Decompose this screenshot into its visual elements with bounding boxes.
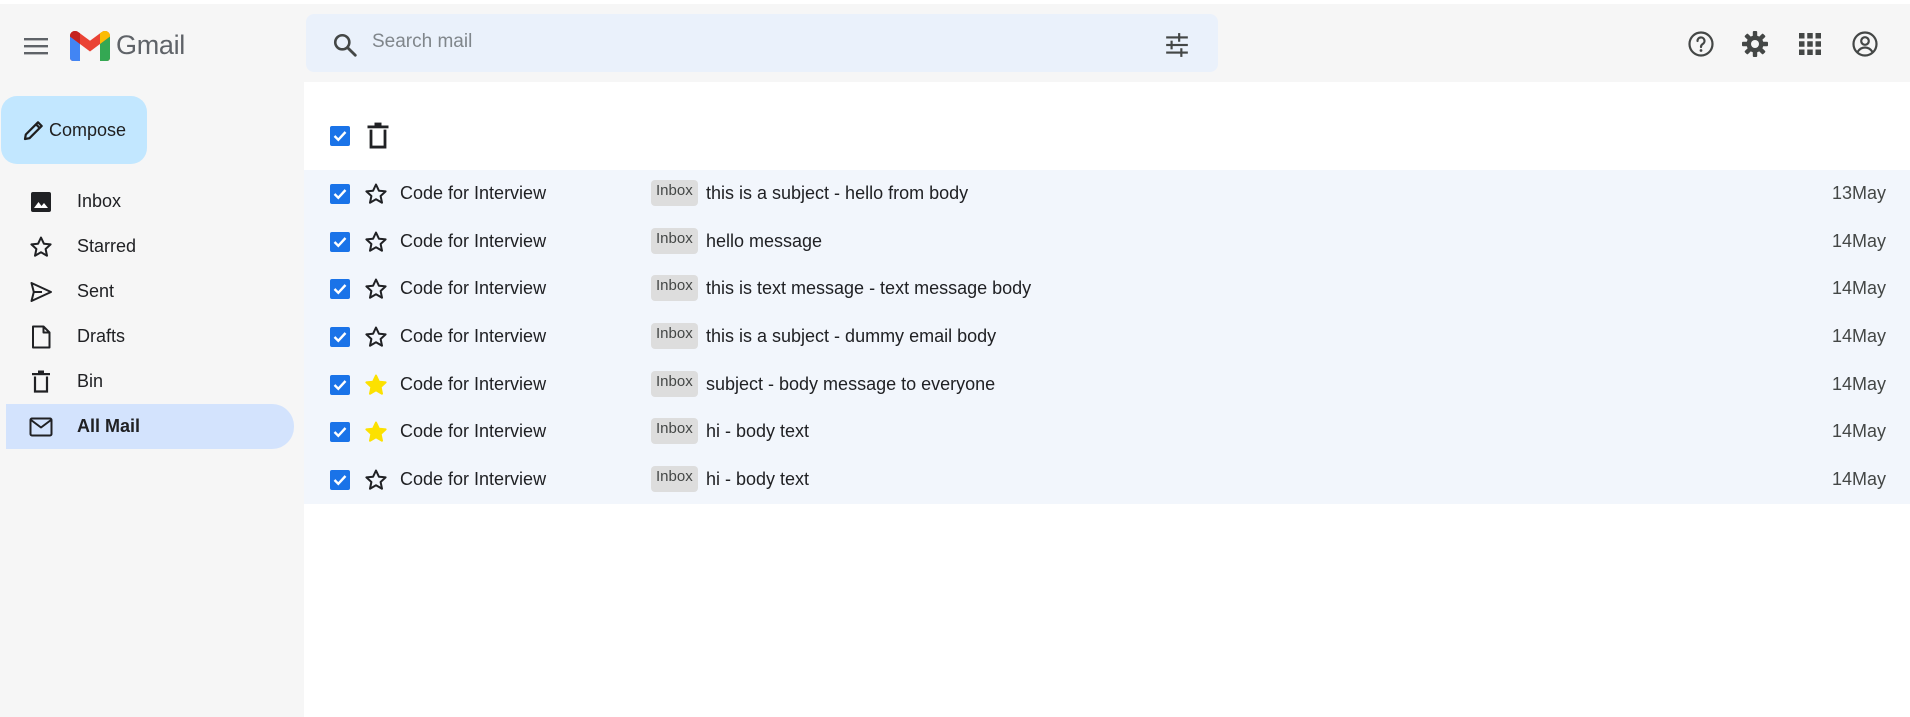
send-icon	[27, 278, 55, 306]
email-subject: this is a subject - hello from body	[706, 183, 969, 203]
search-input[interactable]	[372, 25, 1132, 59]
logo-text: Gmail	[116, 30, 186, 60]
apps-grid-icon[interactable]	[1795, 29, 1825, 59]
delete-icon[interactable]	[365, 122, 391, 150]
draft-icon	[27, 323, 55, 351]
gmail-window: Gmail Search mail Compose Inbox Starred …	[0, 4, 1910, 717]
star-icon	[27, 233, 55, 261]
search-bar[interactable]	[306, 14, 1218, 72]
email-sender: Code for Interview	[400, 183, 547, 203]
row-checkbox[interactable]	[330, 422, 350, 443]
row-checkbox[interactable]	[330, 231, 350, 252]
email-subject: this is a subject - dummy email body	[706, 326, 997, 347]
email-label-badge: Inbox	[651, 180, 698, 206]
star-icon[interactable]	[364, 230, 388, 254]
trash-icon	[27, 368, 55, 396]
help-icon[interactable]	[1686, 29, 1716, 59]
email-subject: hello message	[706, 230, 823, 251]
email-row[interactable]: Code for Interview Inbox hello message 14Ma…	[304, 218, 1910, 266]
email-sender: Code for Interview	[400, 421, 547, 442]
email-label-badge: Inbox	[651, 418, 698, 445]
email-row[interactable]: Code for Interview Inbox hi - body text 14M…	[304, 456, 1910, 504]
image-icon	[27, 188, 55, 216]
email-row[interactable]: Code for Interview Inbox hi - body text 14M…	[304, 408, 1910, 456]
star-filled-icon[interactable]	[364, 373, 388, 397]
star-icon[interactable]	[364, 468, 388, 492]
sidebar-item-all-mail[interactable]: All Mail	[6, 404, 294, 449]
email-date: 14May	[1831, 326, 1886, 347]
email-sender: Code for Interview	[400, 373, 547, 394]
email-subject: hi - body text	[706, 421, 810, 442]
email-date: 14May	[1831, 230, 1886, 251]
row-checkbox[interactable]	[330, 279, 350, 300]
email-subject: this is text message - text message body	[706, 278, 1032, 299]
gmail-m-icon	[70, 30, 110, 61]
row-checkbox[interactable]	[330, 184, 350, 204]
email-label-badge: Inbox	[651, 370, 698, 397]
sidebar-item-label: Inbox	[77, 191, 122, 211]
sidebar-item-label: Bin	[77, 371, 104, 391]
app-root: Gmail Search mail Compose Inbox Starred …	[0, 0, 1910, 717]
row-checkbox[interactable]	[330, 374, 350, 395]
email-row[interactable]: Code for Interview Inbox subject - body me…	[304, 361, 1910, 409]
tune-icon[interactable]	[1164, 32, 1190, 58]
menu-icon[interactable]	[20, 33, 52, 59]
email-sender: Code for Interview	[400, 278, 547, 299]
email-subject: subject - body message to everyone	[706, 373, 996, 394]
email-sender: Code for Interview	[400, 469, 547, 490]
pencil-icon	[23, 121, 43, 141]
email-label-badge: Inbox	[651, 466, 698, 493]
email-date: 14May	[1831, 421, 1886, 442]
email-row[interactable]: Code for Interview Inbox this is text mess…	[304, 265, 1910, 313]
sidebar-item-sent[interactable]: Sent	[6, 269, 294, 314]
email-date: 14May	[1831, 373, 1886, 394]
star-icon[interactable]	[364, 277, 388, 301]
compose-label: Compose	[49, 119, 127, 140]
email-date: 14May	[1831, 278, 1886, 299]
email-sender: Code for Interview	[400, 230, 547, 251]
sidebar-item-inbox[interactable]: Inbox	[6, 179, 294, 224]
account-icon[interactable]	[1850, 29, 1880, 59]
row-checkbox[interactable]	[330, 470, 350, 491]
search-icon[interactable]	[332, 32, 358, 58]
gear-icon[interactable]	[1740, 29, 1770, 59]
email-label-badge: Inbox	[651, 227, 698, 254]
email-list: Code for Interview Inbox this is a subject…	[304, 170, 1910, 504]
email-label-badge: Inbox	[651, 323, 698, 350]
compose-button[interactable]: Compose	[1, 96, 147, 164]
select-all-checkbox[interactable]	[330, 126, 350, 146]
sidebar-item-bin[interactable]: Bin	[6, 359, 294, 404]
sidebar-item-label: Starred	[77, 236, 137, 256]
star-icon[interactable]	[364, 325, 388, 349]
sidebar-item-drafts[interactable]: Drafts	[6, 314, 294, 359]
star-icon[interactable]	[364, 182, 388, 206]
email-date: 14May	[1831, 469, 1886, 490]
sidebar-nav: Inbox Starred Sent Drafts Bin All Mail	[6, 179, 294, 449]
gmail-logo[interactable]: Gmail	[70, 30, 185, 61]
mail-content: Code for Interview Inbox this is a subject…	[304, 82, 1910, 717]
row-checkbox[interactable]	[330, 327, 350, 348]
mail-icon	[27, 413, 55, 441]
star-filled-icon[interactable]	[364, 420, 388, 444]
list-toolbar	[304, 82, 1910, 168]
email-row[interactable]: Code for Interview Inbox this is a subject…	[304, 170, 1910, 218]
sidebar-item-label: Drafts	[77, 326, 126, 346]
email-label-badge: Inbox	[651, 275, 698, 302]
sidebar-item-label: All Mail	[77, 416, 141, 436]
email-row[interactable]: Code for Interview Inbox this is a subject…	[304, 313, 1910, 361]
sidebar-item-starred[interactable]: Starred	[6, 224, 294, 269]
sidebar-item-label: Sent	[77, 281, 115, 301]
email-subject: hi - body text	[706, 469, 810, 490]
email-date: 13May	[1831, 183, 1886, 203]
email-sender: Code for Interview	[400, 326, 547, 347]
